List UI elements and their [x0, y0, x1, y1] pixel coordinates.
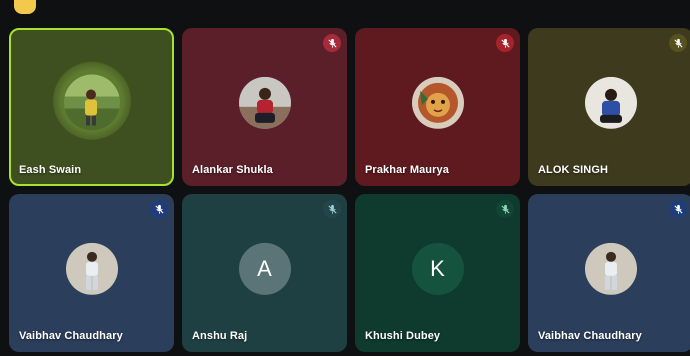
- participant-name: Vaibhav Chaudhary: [538, 330, 642, 342]
- participant-tile-eash-swain[interactable]: Eash Swain: [9, 28, 174, 186]
- mic-off-icon: [669, 200, 687, 218]
- mic-off-icon: [323, 200, 341, 218]
- participant-name: Vaibhav Chaudhary: [19, 330, 123, 342]
- participant-name: Khushi Dubey: [365, 330, 441, 342]
- participant-tile-vaibhav-chaudhary[interactable]: Vaibhav Chaudhary: [9, 194, 174, 352]
- mic-off-icon: [669, 34, 687, 52]
- mic-off-icon: [496, 34, 514, 52]
- mic-off-icon: [323, 34, 341, 52]
- participant-name: Alankar Shukla: [192, 164, 273, 176]
- participant-tile-prakhar-maurya[interactable]: Prakhar Maurya: [355, 28, 520, 186]
- participant-tile-alankar-shukla[interactable]: Alankar Shukla: [182, 28, 347, 186]
- participant-tile-anshu-raj[interactable]: A Anshu Raj: [182, 194, 347, 352]
- avatar: [584, 76, 637, 129]
- participant-name: Prakhar Maurya: [365, 164, 449, 176]
- participant-tile-khushi-dubey[interactable]: K Khushi Dubey: [355, 194, 520, 352]
- participant-tile-vaibhav-chaudhary-2[interactable]: Vaibhav Chaudhary: [528, 194, 690, 352]
- participant-tile-alok-singh[interactable]: ALOK SINGH: [528, 28, 690, 186]
- avatar: [238, 76, 291, 129]
- avatar: [65, 242, 118, 295]
- participant-name: Eash Swain: [19, 164, 82, 176]
- avatar: [63, 74, 120, 131]
- avatar-initial: K: [411, 242, 464, 295]
- participant-grid: Eash Swain Alankar Shukla Prakhar Maurya…: [9, 28, 690, 352]
- mic-off-icon: [150, 200, 168, 218]
- participant-name: Anshu Raj: [192, 330, 248, 342]
- avatar-initial: A: [238, 242, 291, 295]
- avatar: [584, 242, 637, 295]
- top-indicator-chip[interactable]: [14, 0, 36, 14]
- avatar: [411, 76, 464, 129]
- mic-off-icon: [496, 200, 514, 218]
- participant-name: ALOK SINGH: [538, 164, 609, 176]
